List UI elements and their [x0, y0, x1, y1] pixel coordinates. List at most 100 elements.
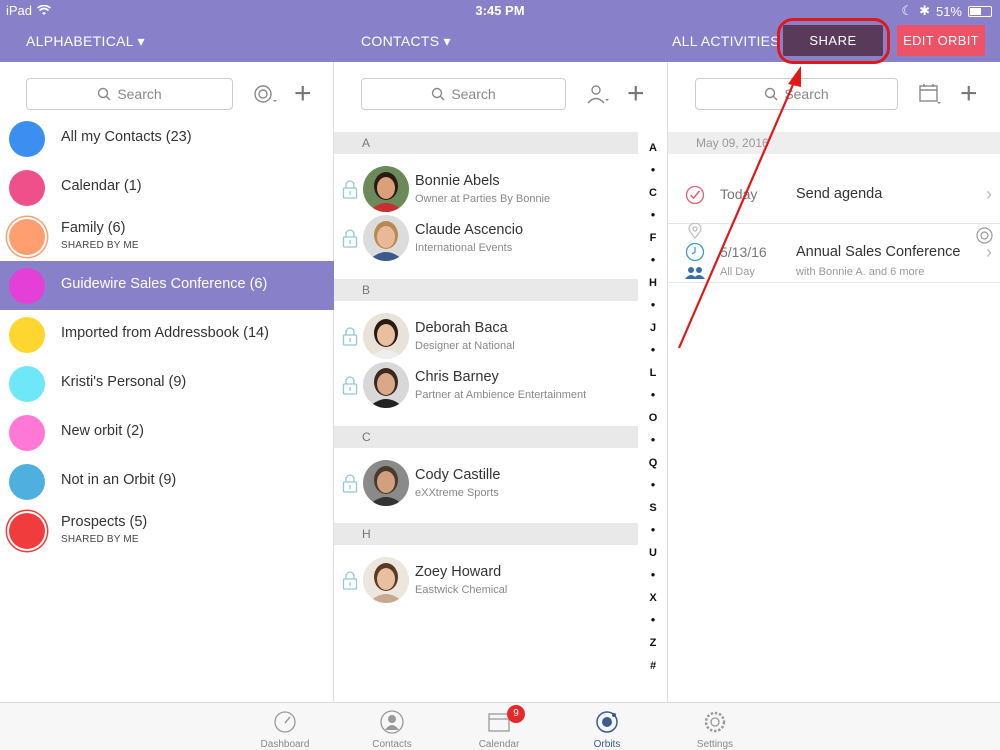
tab-contacts[interactable]: Contacts — [342, 703, 442, 750]
contact-row[interactable]: Claude Ascencio International Events — [334, 214, 638, 262]
contact-title: eXXtreme Sports — [415, 487, 499, 499]
top-bar: iPad 3:45 PM ☾ ✱ 51% ALPHABETICAL ▾ CONT… — [0, 0, 1000, 64]
index-letter[interactable]: H — [639, 277, 667, 289]
activity-row-task[interactable]: Today Send agenda › — [668, 172, 1000, 224]
index-letter[interactable]: Z — [639, 637, 667, 649]
index-letter[interactable]: S — [639, 502, 667, 514]
orbit-name: New orbit (2) — [61, 423, 144, 439]
orbit-name: Not in an Orbit (9) — [61, 472, 177, 488]
orbit-shared-label: SHARED BY ME — [61, 240, 139, 251]
bluetooth-icon: ✱ — [919, 3, 930, 18]
avatar — [363, 313, 409, 359]
contact-row[interactable]: Deborah Baca Designer at National — [334, 312, 638, 360]
orbit-view-icon[interactable] — [253, 82, 277, 106]
orbit-item[interactable]: Not in an Orbit (9) — [0, 457, 334, 506]
contacts-panel: Search + A Bonnie Abels Owner at Parties B… — [334, 62, 668, 702]
contact-search-input[interactable]: Search — [361, 78, 566, 110]
lock-icon[interactable] — [342, 326, 358, 346]
activities-dropdown[interactable]: ALL ACTIVITIES ▾ — [672, 33, 791, 50]
index-letter[interactable]: X — [639, 592, 667, 604]
activities-panel: Search + May 09, 2016 Today Send agenda … — [668, 62, 1000, 702]
gear-icon — [704, 711, 726, 733]
edit-orbit-button[interactable]: EDIT ORBIT — [897, 25, 985, 56]
activity-search-input[interactable]: Search — [695, 78, 898, 110]
index-letter[interactable]: ● — [639, 255, 667, 264]
index-letter[interactable]: # — [639, 660, 667, 672]
index-letter[interactable]: U — [639, 547, 667, 559]
contact-row[interactable]: Bonnie Abels Owner at Parties By Bonnie — [334, 165, 638, 213]
index-letter[interactable]: ● — [639, 525, 667, 534]
section-header: B — [334, 279, 638, 301]
index-letter[interactable]: ● — [639, 480, 667, 489]
tab-orbits[interactable]: Orbits — [557, 703, 657, 750]
index-letter[interactable]: ● — [639, 300, 667, 309]
lock-icon[interactable] — [342, 473, 358, 493]
orbit-name: Guidewire Sales Conference (6) — [61, 276, 268, 292]
chevron-right-icon: › — [986, 242, 992, 262]
checkmark-circle-icon[interactable] — [685, 185, 705, 205]
lock-icon[interactable] — [342, 179, 358, 199]
activity-title: Annual Sales Conference — [796, 244, 961, 260]
index-letter[interactable]: ● — [639, 570, 667, 579]
index-letter[interactable]: F — [639, 232, 667, 244]
lock-icon[interactable] — [342, 570, 358, 590]
index-letter[interactable]: ● — [639, 345, 667, 354]
avatar — [363, 460, 409, 506]
orbit-item[interactable]: Imported from Addressbook (14) — [0, 310, 334, 359]
search-icon — [432, 87, 445, 101]
index-letter[interactable]: ● — [639, 615, 667, 624]
orbit-item[interactable]: Family (6) SHARED BY ME — [0, 212, 334, 261]
index-letter[interactable]: ● — [639, 210, 667, 219]
orbit-item[interactable]: Calendar (1) — [0, 163, 334, 212]
avatar — [363, 557, 409, 603]
contacts-dropdown[interactable]: CONTACTS ▾ — [361, 33, 451, 50]
contact-title: Owner at Parties By Bonnie — [415, 193, 551, 205]
activity-all-day: All Day — [720, 266, 755, 278]
index-letter[interactable]: A — [639, 142, 667, 154]
battery-icon — [968, 5, 992, 17]
clock-icon — [685, 242, 705, 262]
orbit-shared-label: SHARED BY ME — [61, 534, 139, 545]
index-letter[interactable]: ● — [639, 390, 667, 399]
date-header: May 09, 2016 — [668, 132, 1000, 154]
contact-title: Designer at National — [415, 340, 515, 352]
index-letter[interactable]: J — [639, 322, 667, 334]
tab-settings[interactable]: Settings — [665, 703, 765, 750]
index-letter[interactable]: O — [639, 412, 667, 424]
contact-row[interactable]: Chris Barney Partner at Ambience Entertai… — [334, 361, 638, 409]
orbit-item[interactable]: All my Contacts (23) — [0, 114, 334, 163]
tab-calendar[interactable]: 9 Calendar — [449, 703, 549, 750]
index-letter[interactable]: ● — [639, 435, 667, 444]
contact-filter-icon[interactable] — [586, 82, 610, 106]
alphabetical-dropdown[interactable]: ALPHABETICAL ▾ — [26, 33, 145, 50]
contact-name: Claude Ascencio — [415, 222, 524, 238]
orbit-item[interactable]: Prospects (5) SHARED BY ME — [0, 506, 334, 555]
index-letter[interactable]: L — [639, 367, 667, 379]
tab-dashboard[interactable]: Dashboard — [235, 703, 335, 750]
calendar-filter-icon[interactable] — [918, 82, 942, 106]
orbit-name: Kristi's Personal (9) — [61, 374, 187, 390]
orbit-color-dot — [9, 169, 45, 206]
orbit-item[interactable]: Guidewire Sales Conference (6) — [0, 261, 334, 310]
activity-row-event[interactable]: 5/13/16 All Day Annual Sales Conference … — [668, 223, 1000, 283]
index-letter[interactable]: Q — [639, 457, 667, 469]
add-activity-button[interactable]: + — [960, 79, 978, 109]
contact-row[interactable]: Zoey Howard Eastwick Chemical — [334, 556, 638, 604]
contact-name: Bonnie Abels — [415, 173, 500, 189]
contact-title: Eastwick Chemical — [415, 584, 508, 596]
index-letter[interactable]: ● — [639, 165, 667, 174]
add-orbit-button[interactable]: + — [294, 79, 312, 109]
activity-date: 5/13/16 — [720, 244, 767, 260]
orbit-name: Imported from Addressbook (14) — [61, 325, 269, 341]
contact-row[interactable]: Cody Castille eXXtreme Sports — [334, 459, 638, 507]
lock-icon[interactable] — [342, 375, 358, 395]
add-contact-button[interactable]: + — [627, 79, 645, 109]
lock-icon[interactable] — [342, 228, 358, 248]
orbit-item[interactable]: Kristi's Personal (9) — [0, 359, 334, 408]
contact-name: Zoey Howard — [415, 564, 502, 580]
orbit-color-dot — [9, 267, 45, 304]
orbit-item[interactable]: New orbit (2) — [0, 408, 334, 457]
orbit-search-input[interactable]: Search — [26, 78, 233, 110]
index-letter[interactable]: C — [639, 187, 667, 199]
orbit-color-dot — [9, 316, 45, 353]
